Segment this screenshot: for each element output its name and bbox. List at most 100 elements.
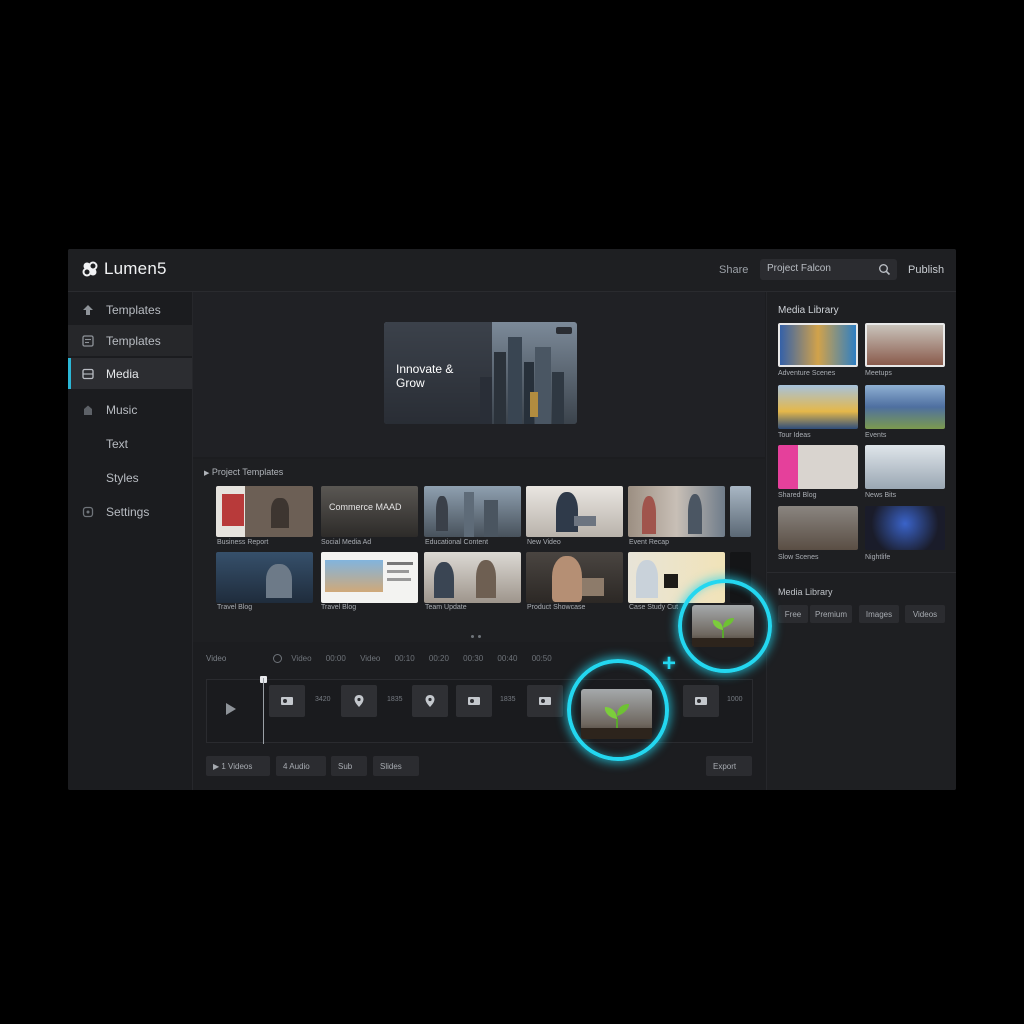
subtitles-button[interactable]: Sub — [331, 756, 367, 776]
media-item[interactable] — [865, 385, 945, 429]
template-tile[interactable] — [321, 552, 418, 603]
template-thumbnail — [574, 516, 596, 526]
ruler-tick: Video — [291, 654, 312, 663]
media-label: News Bits — [865, 492, 897, 499]
pagination-dots[interactable] — [471, 635, 485, 639]
template-thumbnail — [222, 494, 244, 526]
filter-images[interactable]: Images — [859, 605, 899, 623]
sidebar-item-styles[interactable]: Styles — [68, 462, 192, 493]
template-tile[interactable] — [730, 486, 751, 537]
media-library-panel: Media Library Adventure Scenes Meetups T… — [766, 292, 956, 790]
template-tile[interactable]: Commerce MAAD — [321, 486, 418, 537]
template-thumbnail — [688, 494, 702, 534]
timeline-track[interactable]: 3420 1835 1835 1000 — [206, 676, 753, 744]
template-thumbnail — [436, 496, 448, 531]
template-thumbnail — [266, 564, 292, 598]
ruler-tick: 00:20 — [428, 654, 449, 663]
seedling-icon — [692, 618, 754, 647]
template-tile[interactable] — [424, 486, 521, 537]
media-label: Slow Scenes — [778, 554, 819, 561]
export-button[interactable]: Export — [706, 756, 752, 776]
search-input[interactable] — [767, 263, 872, 274]
app-name: Lumen5 — [104, 259, 167, 278]
sidebar-item-label: Templates — [106, 302, 161, 317]
media-item[interactable] — [865, 445, 945, 489]
template-tile[interactable] — [216, 486, 313, 537]
timeline-clip[interactable] — [412, 685, 448, 717]
filter-free[interactable]: Free — [778, 605, 808, 623]
template-label: Business Report — [217, 539, 269, 546]
ruler-tick: Video — [360, 654, 381, 663]
share-button[interactable]: Share — [719, 264, 748, 276]
sidebar-item-label: Settings — [106, 504, 150, 519]
media-library-filter-title: Media Library — [778, 587, 833, 597]
sidebar-item-text[interactable]: Text — [68, 428, 192, 459]
clock-icon — [273, 654, 282, 664]
template-text-line — [387, 578, 411, 581]
sidebar-item-music[interactable]: Music — [68, 394, 192, 425]
add-plus-icon: + — [662, 650, 677, 677]
playhead[interactable] — [263, 678, 264, 744]
preview-badge — [556, 327, 572, 334]
audio-button[interactable]: 4 Audio — [276, 756, 326, 776]
media-item[interactable] — [778, 445, 858, 489]
template-tile[interactable] — [526, 486, 623, 537]
template-text-line — [387, 562, 413, 565]
timeline: Video Video 00:00 Video 00:10 00:20 00:3… — [193, 643, 765, 747]
template-thumbnail — [464, 492, 474, 537]
play-icon[interactable] — [213, 692, 247, 726]
sidebar: Templates Templates Media Music Text Sty… — [68, 292, 193, 790]
lumen5-logo-icon — [82, 261, 98, 277]
sidebar-item-templates-top[interactable]: Templates — [68, 294, 192, 325]
template-tile[interactable] — [424, 552, 521, 603]
media-icon — [82, 368, 94, 379]
filter-premium[interactable]: Premium — [810, 605, 852, 623]
seedling-thumbnail-dragging[interactable] — [581, 689, 652, 739]
timeline-clip[interactable] — [683, 685, 719, 717]
template-label: Team Update — [425, 604, 467, 611]
seedling-thumbnail[interactable] — [692, 605, 754, 647]
ruler-tick: 00:30 — [463, 654, 484, 663]
ruler-tick: 00:50 — [531, 654, 552, 663]
media-item[interactable] — [778, 323, 858, 367]
sidebar-item-media[interactable]: Media — [68, 358, 192, 389]
top-bar: Lumen5 Share Publish — [68, 249, 956, 292]
template-thumbnail — [552, 556, 582, 602]
template-tile[interactable] — [628, 486, 725, 537]
media-label: Adventure Scenes — [778, 370, 836, 377]
sidebar-item-label: Text — [106, 436, 129, 451]
preview-card[interactable]: Innovate & Grow — [384, 322, 577, 424]
timeline-clip[interactable] — [527, 685, 563, 717]
clip-duration: 1835 — [500, 696, 516, 703]
video-clip-icon — [695, 697, 707, 705]
template-thumbnail — [434, 562, 454, 598]
timeline-clip[interactable] — [456, 685, 492, 717]
media-item[interactable] — [778, 506, 858, 550]
video-clip-icon — [539, 697, 551, 705]
media-library-title: Media Library — [778, 305, 839, 316]
template-tile[interactable] — [526, 552, 623, 603]
slides-button[interactable]: Slides — [373, 756, 419, 776]
logo[interactable]: Lumen5 — [82, 259, 167, 279]
template-tile[interactable] — [216, 552, 313, 603]
search-icon[interactable] — [878, 263, 891, 276]
video-clip-icon — [281, 697, 293, 705]
sidebar-item-settings[interactable]: Settings — [68, 496, 192, 527]
template-thumbnail — [271, 498, 289, 528]
project-templates-heading[interactable]: ▶ Project Templates — [204, 467, 283, 477]
template-overlay-text: Commerce MAAD — [329, 502, 402, 512]
timeline-clip[interactable] — [341, 685, 377, 717]
timeline-clip[interactable] — [269, 685, 305, 717]
media-item[interactable] — [778, 385, 858, 429]
videos-button[interactable]: ▶ 1 Videos — [206, 756, 270, 776]
ruler-tick: 00:40 — [497, 654, 518, 663]
media-item[interactable] — [865, 506, 945, 550]
template-label: Case Study Cut — [629, 604, 679, 611]
publish-button[interactable]: Publish — [908, 264, 944, 276]
filter-videos[interactable]: Videos — [905, 605, 945, 623]
search-box[interactable] — [760, 259, 897, 280]
sidebar-item-templates[interactable]: Templates — [68, 325, 192, 356]
media-item[interactable] — [865, 323, 945, 367]
sidebar-item-label: Music — [106, 402, 138, 417]
template-thumbnail — [484, 500, 498, 537]
